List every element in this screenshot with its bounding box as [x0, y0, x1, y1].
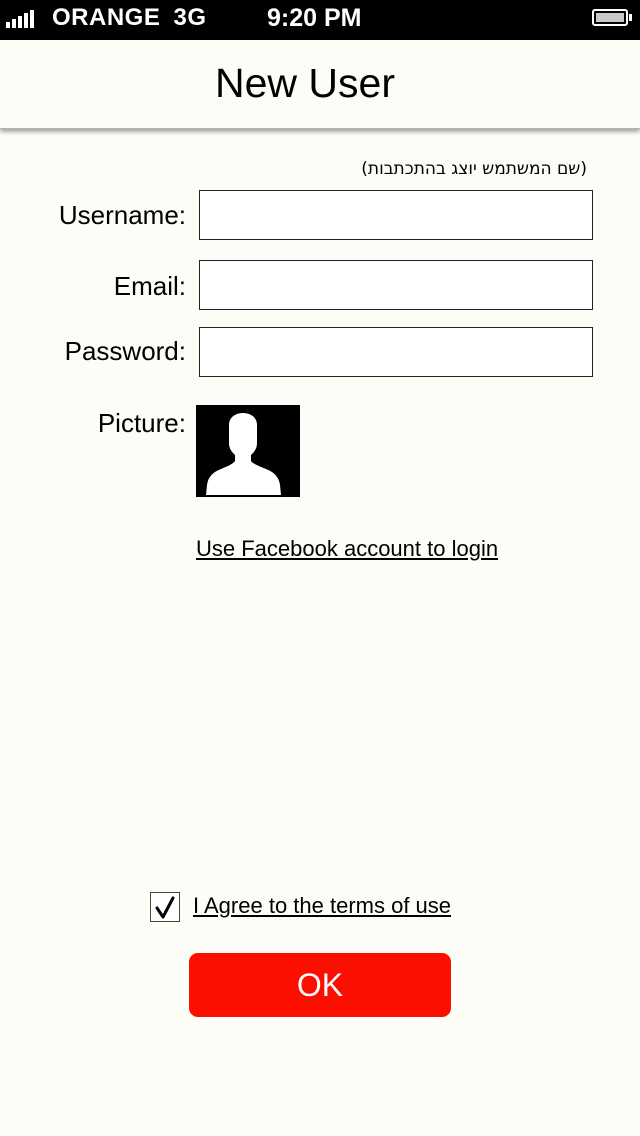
- carrier-info: ORANGE 3G: [52, 4, 207, 32]
- page-title: New User: [215, 60, 395, 106]
- user-silhouette-icon[interactable]: [196, 405, 300, 497]
- checkmark-icon: [155, 896, 175, 919]
- status-bar: ORANGE 3G 9:20 PM: [0, 0, 640, 40]
- signal-bars-icon: [6, 8, 34, 28]
- password-label: Password:: [64, 336, 186, 366]
- facebook-login-link[interactable]: Use Facebook account to login: [196, 536, 498, 562]
- status-time: 9:20 PM: [267, 4, 362, 32]
- battery-icon: [592, 9, 632, 26]
- network-type: 3G: [173, 4, 207, 31]
- carrier-name: ORANGE: [52, 4, 161, 31]
- username-label: Username:: [58, 200, 186, 230]
- username-hint: (שם המשתמש יוצג בהתכתבות): [361, 159, 587, 179]
- email-label: Email:: [113, 271, 186, 301]
- password-input[interactable]: [199, 327, 593, 377]
- email-input[interactable]: [199, 260, 593, 310]
- username-input[interactable]: [199, 190, 593, 240]
- terms-link[interactable]: I Agree to the terms of use: [193, 893, 451, 919]
- terms-checkbox[interactable]: [150, 892, 180, 922]
- nav-header: New User: [0, 40, 640, 129]
- ok-button[interactable]: OK: [189, 953, 451, 1017]
- picture-label: Picture:: [97, 408, 186, 438]
